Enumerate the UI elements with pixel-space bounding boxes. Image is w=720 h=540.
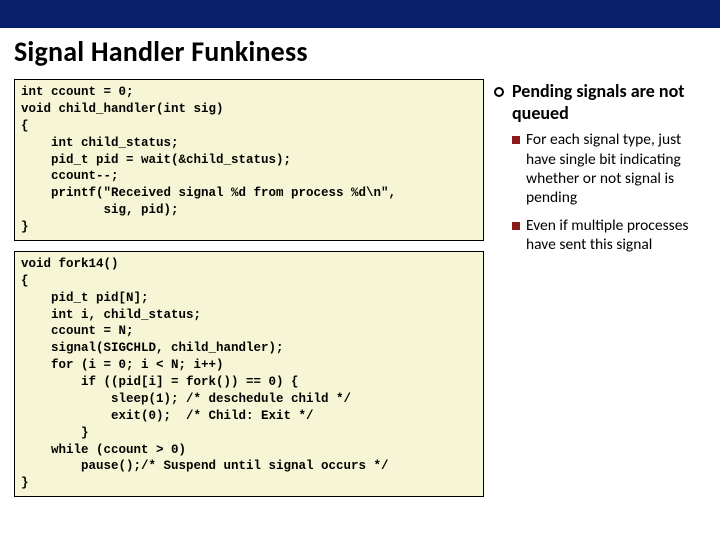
bullet-sub-2: Even if multiple processes have sent thi… <box>512 216 706 255</box>
content-row: int ccount = 0; void child_handler(int s… <box>0 79 720 507</box>
bullet-sub-1: For each signal type, just have single b… <box>512 130 706 208</box>
ring-bullet-icon <box>494 87 504 97</box>
bullet-sub-2-text: Even if multiple processes have sent thi… <box>526 216 706 255</box>
bullets-column: Pending signals are not queued For each … <box>494 79 706 507</box>
code-column: int ccount = 0; void child_handler(int s… <box>14 79 484 507</box>
slide-title: Signal Handler Funkiness <box>0 28 720 79</box>
bullet-sub-1-text: For each signal type, just have single b… <box>526 130 706 208</box>
slide: Signal Handler Funkiness int ccount = 0;… <box>0 0 720 540</box>
bullet-main-text: Pending signals are not queued <box>512 81 706 124</box>
top-bar <box>0 0 720 28</box>
code-block-handler: int ccount = 0; void child_handler(int s… <box>14 79 484 241</box>
code-block-fork14: void fork14() { pid_t pid[N]; int i, chi… <box>14 251 484 497</box>
square-bullet-icon <box>512 222 520 230</box>
bullet-main: Pending signals are not queued <box>494 81 706 124</box>
square-bullet-icon <box>512 136 520 144</box>
